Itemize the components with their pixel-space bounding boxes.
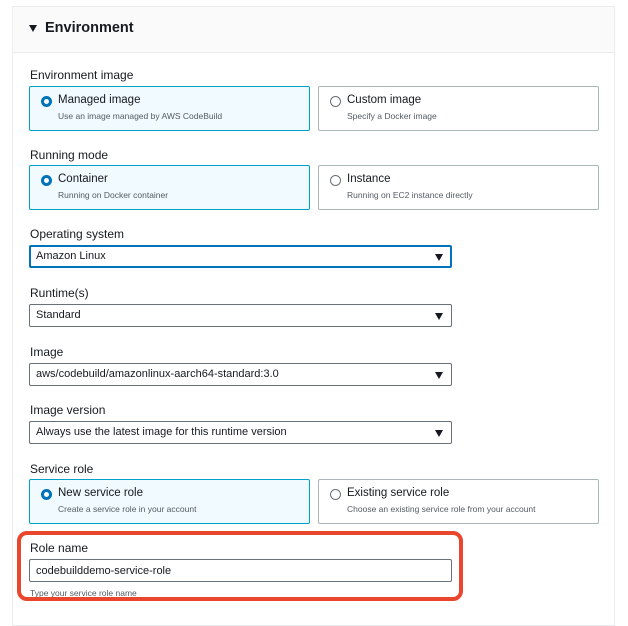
option-title: Existing service role bbox=[347, 487, 450, 499]
radio-selected-icon[interactable] bbox=[41, 175, 52, 186]
option-title: Custom image bbox=[347, 94, 422, 106]
radio-icon[interactable] bbox=[330, 96, 341, 107]
caret-down-icon[interactable] bbox=[29, 25, 37, 32]
chevron-down-icon bbox=[435, 372, 443, 379]
existing-service-role-option[interactable]: Existing service role Choose an existing… bbox=[318, 479, 599, 524]
select-value: Always use the latest image for this run… bbox=[36, 426, 287, 438]
environment-image-label: Environment image bbox=[30, 68, 134, 82]
option-description: Choose an existing service role from you… bbox=[347, 504, 536, 514]
operating-system-select[interactable]: Amazon Linux bbox=[29, 245, 452, 268]
container-option[interactable]: Container Running on Docker container bbox=[29, 165, 310, 210]
highlight-annotation bbox=[17, 531, 463, 601]
option-title: Instance bbox=[347, 173, 391, 185]
option-title: Container bbox=[58, 173, 108, 185]
select-value: Standard bbox=[36, 309, 81, 321]
image-version-select[interactable]: Always use the latest image for this run… bbox=[29, 421, 452, 444]
managed-image-option[interactable]: Managed image Use an image managed by AW… bbox=[29, 86, 310, 131]
panel-header[interactable]: Environment bbox=[13, 7, 614, 53]
panel-title: Environment bbox=[45, 20, 134, 36]
option-title: Managed image bbox=[58, 94, 141, 106]
chevron-down-icon bbox=[435, 430, 443, 437]
new-service-role-option[interactable]: New service role Create a service role i… bbox=[29, 479, 310, 524]
option-description: Running on EC2 instance directly bbox=[347, 190, 473, 200]
chevron-down-icon bbox=[435, 254, 443, 261]
chevron-down-icon bbox=[435, 313, 443, 320]
radio-selected-icon[interactable] bbox=[41, 489, 52, 500]
radio-icon[interactable] bbox=[330, 175, 341, 186]
operating-system-label: Operating system bbox=[30, 227, 125, 241]
radio-icon[interactable] bbox=[330, 489, 341, 500]
runtime-select[interactable]: Standard bbox=[29, 304, 452, 327]
instance-option[interactable]: Instance Running on EC2 instance directl… bbox=[318, 165, 599, 210]
option-description: Create a service role in your account bbox=[58, 504, 197, 514]
option-description: Specify a Docker image bbox=[347, 111, 437, 121]
option-description: Running on Docker container bbox=[58, 190, 169, 200]
option-title: New service role bbox=[58, 487, 143, 499]
custom-image-option[interactable]: Custom image Specify a Docker image bbox=[318, 86, 599, 131]
image-version-label: Image version bbox=[30, 403, 106, 417]
service-role-label: Service role bbox=[30, 462, 94, 476]
runtime-label: Runtime(s) bbox=[30, 286, 89, 300]
option-description: Use an image managed by AWS CodeBuild bbox=[58, 111, 223, 121]
image-label: Image bbox=[30, 345, 64, 359]
running-mode-label: Running mode bbox=[30, 148, 109, 162]
radio-selected-icon[interactable] bbox=[41, 96, 52, 107]
select-value: aws/codebuild/amazonlinux-aarch64-standa… bbox=[36, 368, 279, 380]
image-select[interactable]: aws/codebuild/amazonlinux-aarch64-standa… bbox=[29, 363, 452, 386]
select-value: Amazon Linux bbox=[36, 250, 106, 262]
